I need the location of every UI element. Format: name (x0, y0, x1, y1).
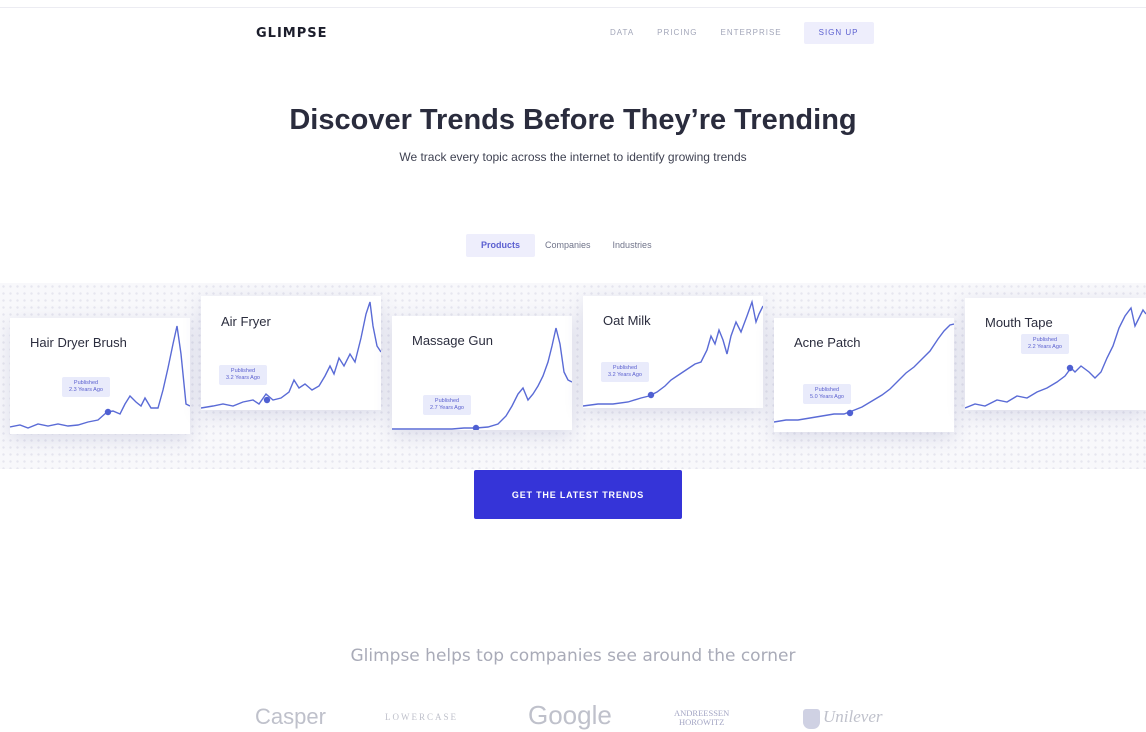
tab-industries[interactable]: Industries (601, 234, 664, 257)
tab-products[interactable]: Products (466, 234, 536, 257)
trend-card-oat-milk[interactable]: Oat Milk Published 3.2 Years Ago (583, 296, 763, 408)
google-logo: Google (528, 700, 612, 730)
top-divider (0, 7, 1146, 8)
trend-card-mouth-tape[interactable]: Mouth Tape Published 2.2 Years Ago (965, 298, 1146, 410)
published-badge: Published 2.2 Years Ago (1021, 334, 1069, 354)
nav-data[interactable]: DATA (610, 22, 634, 44)
trend-card-massage-gun[interactable]: Massage Gun Published 2.7 Years Ago (392, 316, 572, 430)
glimpse-logo[interactable]: GLIMPSE (256, 26, 328, 41)
published-badge: Published 5.0 Years Ago (803, 384, 851, 404)
hero-title: Discover Trends Before They’re Trending (289, 104, 857, 136)
unilever-logo-icon (803, 709, 820, 729)
trend-line-icon (10, 325, 190, 429)
category-tabs: Products Companies Industries (466, 234, 662, 257)
sign-up-button[interactable]: SIGN UP (803, 22, 874, 44)
trend-card-acne-patch[interactable]: Acne Patch Published 5.0 Years Ago (774, 318, 954, 432)
trend-line-icon (965, 306, 1146, 409)
casper-logo: Casper (255, 704, 326, 729)
published-badge: Published 2.7 Years Ago (423, 395, 471, 415)
main-nav: DATA PRICING ENTERPRISE SIGN UP (610, 22, 874, 44)
published-badge: Published 2.3 Years Ago (62, 377, 110, 397)
trend-card-air-fryer[interactable]: Air Fryer Published 3.2 Years Ago (201, 296, 381, 410)
hero-subtitle: We track every topic across the internet… (399, 150, 747, 164)
companies-heading: Glimpse helps top companies see around t… (350, 646, 796, 666)
lowercase-logo: LOWERCASE (385, 712, 458, 722)
nav-enterprise[interactable]: ENTERPRISE (721, 22, 782, 44)
nav-pricing[interactable]: PRICING (657, 22, 697, 44)
andreessen-horowitz-logo: ANDREESSEN HOROWITZ (674, 708, 730, 727)
trend-line-icon (583, 299, 763, 407)
unilever-logo: Unilever (823, 707, 883, 726)
tab-companies[interactable]: Companies (533, 234, 603, 257)
published-badge: Published 3.2 Years Ago (219, 365, 267, 385)
trend-line-icon (201, 301, 381, 409)
trend-card-hair-dryer-brush[interactable]: Hair Dryer Brush Published 2.3 Years Ago (10, 318, 190, 434)
published-badge: Published 3.2 Years Ago (601, 362, 649, 382)
trend-line-icon (774, 323, 954, 423)
get-latest-trends-button[interactable]: GET THE LATEST TRENDS (474, 470, 682, 519)
trend-line-icon (392, 327, 572, 430)
